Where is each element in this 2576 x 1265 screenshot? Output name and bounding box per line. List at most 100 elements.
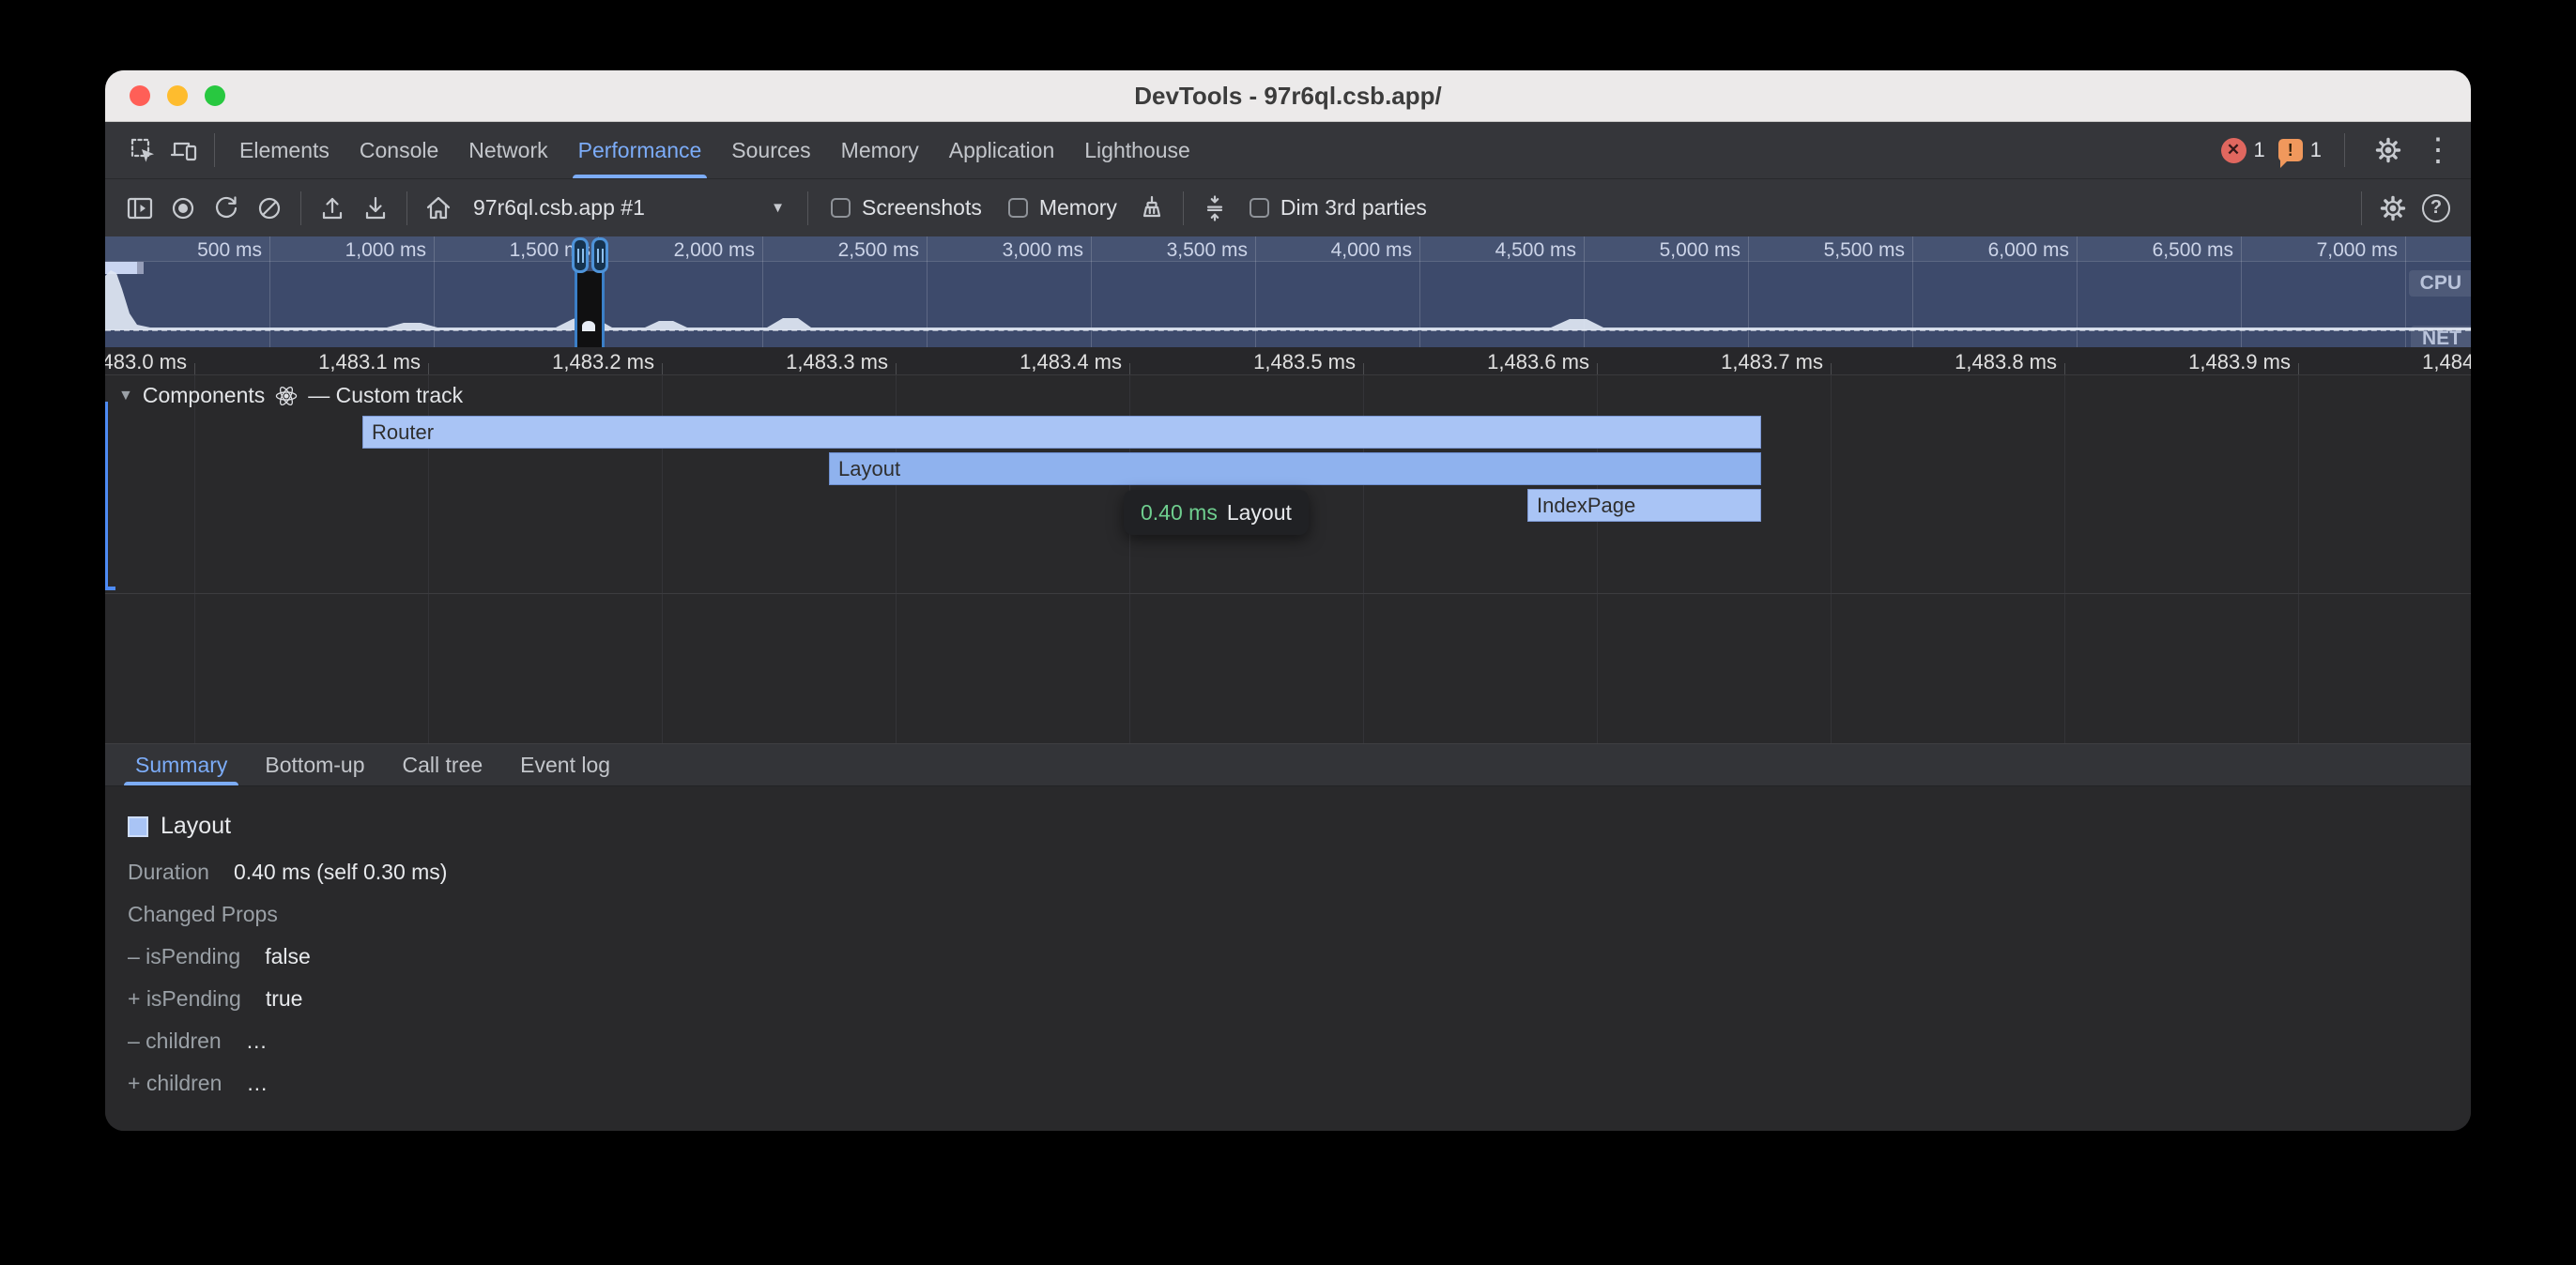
titlebar: DevTools - 97r6ql.csb.app/ <box>105 70 2471 122</box>
gridline <box>2298 375 2299 743</box>
capture-settings-gear-icon[interactable] <box>2371 187 2415 230</box>
tab-elements[interactable]: Elements <box>239 122 330 178</box>
overview-tick-label: 1,000 ms <box>267 239 426 262</box>
selection-left-handle[interactable] <box>572 237 589 273</box>
track-subtitle: — Custom track <box>308 383 463 408</box>
cpu-lane-label: CPU <box>2409 270 2471 297</box>
help-icon[interactable]: ? <box>2415 187 2458 230</box>
track-separator <box>105 593 2471 594</box>
tab-sources[interactable]: Sources <box>731 122 810 178</box>
flame-event-indexpage[interactable]: IndexPage <box>1527 489 1761 522</box>
selection-right-handle[interactable] <box>591 237 608 273</box>
ruler-label: 1,483.7 ms <box>1635 350 1823 374</box>
ruler-label: 1,483.9 ms <box>2103 350 2291 374</box>
window-title: DevTools - 97r6ql.csb.app/ <box>105 70 2471 122</box>
flame-event-router[interactable]: Router <box>362 416 1761 449</box>
divider <box>807 191 808 225</box>
selection-window[interactable] <box>577 271 602 347</box>
tooltip-event-name: Layout <box>1227 500 1292 526</box>
selection-activity-bump <box>582 321 595 331</box>
warning-badge[interactable]: ! 1 <box>2278 138 2322 162</box>
screenshots-checkbox[interactable]: Screenshots <box>831 195 982 221</box>
ruler-label: 1,483.1 ms <box>233 350 421 374</box>
checkbox-box <box>1250 198 1269 218</box>
timeline-overview[interactable]: 500 ms 1,000 ms 1,500 ms 2,000 ms 2,500 … <box>105 236 2471 347</box>
toggle-sidebar-icon[interactable] <box>118 187 161 230</box>
tab-event-log[interactable]: Event log <box>501 744 629 785</box>
collapse-sections-icon[interactable] <box>1193 187 1236 230</box>
error-count: 1 <box>2254 138 2265 162</box>
gridline <box>1831 375 1832 743</box>
ruler-tick <box>1597 363 1598 374</box>
ruler-label: 1,483.6 ms <box>1402 350 1589 374</box>
tab-console[interactable]: Console <box>360 122 438 178</box>
toolbar-right: ? <box>2352 187 2458 230</box>
warning-count: 1 <box>2310 138 2322 162</box>
tab-memory[interactable]: Memory <box>841 122 919 178</box>
summary-row: Changed Props <box>128 903 2471 925</box>
tab-call-tree[interactable]: Call tree <box>384 744 502 785</box>
gridline <box>194 375 195 743</box>
ruler-label: 1,483.2 ms <box>467 350 654 374</box>
grip-line <box>582 249 584 263</box>
collect-garbage-icon[interactable] <box>1130 187 1173 230</box>
overview-tick-label: 5,000 ms <box>1581 239 1740 262</box>
dim-3rd-parties-checkbox[interactable]: Dim 3rd parties <box>1250 195 1427 221</box>
tab-network[interactable]: Network <box>468 122 547 178</box>
divider <box>300 191 301 225</box>
track-header-components[interactable]: ▼ Components — Custom track <box>118 383 463 408</box>
settings-gear-icon[interactable] <box>2368 130 2409 171</box>
performance-toolbar: 97r6ql.csb.app #1 ▼ Screenshots Memory <box>105 178 2471 236</box>
upload-profile-icon[interactable] <box>311 187 354 230</box>
tab-performance[interactable]: Performance <box>578 122 702 178</box>
overview-tick-label: 2,000 ms <box>595 239 755 262</box>
cpu-activity-sparkline <box>105 265 2471 330</box>
ruler-label: 1,483.4 ms <box>934 350 1122 374</box>
ruler-tick <box>896 363 897 374</box>
selection-left-edge[interactable] <box>575 271 577 347</box>
summary-row: Duration0.40 ms (self 0.30 ms) <box>128 861 2471 883</box>
target-selector[interactable]: 97r6ql.csb.app #1 ▼ <box>460 187 798 230</box>
ruler-tick <box>2064 363 2065 374</box>
event-color-swatch <box>128 816 148 837</box>
flame-event-layout[interactable]: Layout <box>829 452 1761 485</box>
memory-checkbox[interactable]: Memory <box>1008 195 1117 221</box>
ruler-tick <box>194 363 195 374</box>
overview-tick-label: 2,500 ms <box>759 239 919 262</box>
selection-right-edge[interactable] <box>602 271 605 347</box>
reload-record-icon[interactable] <box>205 187 248 230</box>
record-icon[interactable] <box>161 187 205 230</box>
error-badge[interactable]: ✕ 1 <box>2221 138 2265 163</box>
clear-icon[interactable] <box>248 187 291 230</box>
flame-chart[interactable]: ▼ Components — Custom track Router Layou… <box>105 375 2471 744</box>
ruler-tick <box>1363 363 1364 374</box>
home-icon[interactable] <box>417 187 460 230</box>
devtools-tabbar: Elements Console Network Performance Sou… <box>105 122 2471 178</box>
details-tabbar: Summary Bottom-up Call tree Event log <box>105 744 2471 786</box>
ruler-label: 1,483.3 ms <box>700 350 888 374</box>
overview-tick-label: 5,500 ms <box>1745 239 1905 262</box>
overview-tick-label: 6,000 ms <box>1909 239 2069 262</box>
device-toolbar-icon[interactable] <box>163 130 205 171</box>
overview-tick-label: 3,500 ms <box>1088 239 1248 262</box>
track-selection-indicator-foot <box>105 587 115 590</box>
tab-lighthouse[interactable]: Lighthouse <box>1084 122 1190 178</box>
tab-bottom-up[interactable]: Bottom-up <box>246 744 383 785</box>
ruler-tick <box>1831 363 1832 374</box>
checkbox-box <box>831 198 851 218</box>
overview-tick-label: 4,000 ms <box>1252 239 1412 262</box>
ruler-tick <box>662 363 663 374</box>
cpu-net-divider <box>105 329 2471 331</box>
collapse-triangle-icon: ▼ <box>118 388 133 404</box>
ruler-label: 1,483.0 ms <box>105 350 187 374</box>
track-selection-indicator <box>105 402 108 587</box>
tab-summary[interactable]: Summary <box>116 744 246 785</box>
overview-tick-label: 4,500 ms <box>1417 239 1576 262</box>
summary-title-row: Layout <box>128 813 2471 840</box>
more-options-icon[interactable]: ⋮ <box>2422 130 2454 171</box>
inspect-element-icon[interactable] <box>122 130 163 171</box>
download-profile-icon[interactable] <box>354 187 397 230</box>
timeline-ruler[interactable]: 1,483.0 ms 1,483.1 ms 1,483.2 ms 1,483.3… <box>105 347 2471 375</box>
ruler-tick <box>2298 363 2299 374</box>
tab-application[interactable]: Application <box>949 122 1055 178</box>
